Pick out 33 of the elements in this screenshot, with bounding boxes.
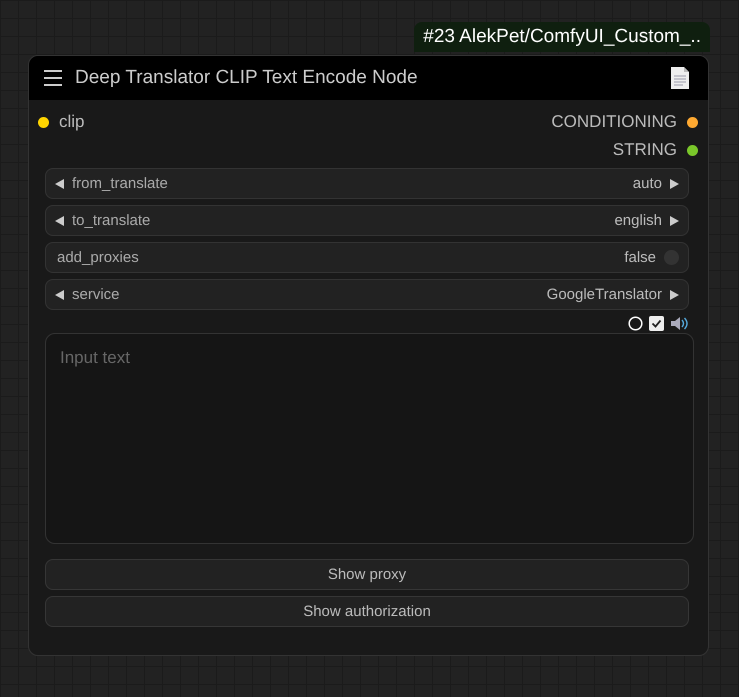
left-arrow-icon[interactable] [55, 290, 64, 300]
input-slot-label: clip [59, 112, 85, 132]
toggle-widget[interactable]: add_proxies false [45, 242, 689, 273]
widget-label: service [72, 286, 121, 303]
checkbox[interactable] [649, 316, 664, 331]
combo-widget[interactable]: service GoogleTranslator [45, 279, 689, 310]
node-button[interactable]: Show authorization [45, 596, 689, 627]
output-slot-label: CONDITIONING [551, 112, 677, 132]
widget-value: english [614, 212, 662, 229]
widget-value: false [624, 249, 656, 266]
document-icon[interactable] [670, 66, 690, 90]
combo-widget[interactable]: to_translate english [45, 205, 689, 236]
right-arrow-icon[interactable] [670, 178, 679, 188]
right-arrow-icon[interactable] [670, 290, 679, 300]
output-slot-dot[interactable] [687, 116, 698, 128]
node-title: Deep Translator CLIP Text Encode Node [75, 67, 419, 89]
menu-icon[interactable] [43, 69, 63, 87]
node-id-badge: #23 AlekPet/ComfyUI_Custom_.. [414, 22, 710, 52]
input-slot-dot[interactable] [38, 116, 49, 128]
speaker-icon[interactable] [670, 316, 689, 331]
left-arrow-icon[interactable] [55, 216, 64, 226]
right-arrow-icon[interactable] [670, 216, 679, 226]
widget-value: GoogleTranslator [546, 286, 662, 303]
widget-label: to_translate [72, 212, 152, 229]
combo-widget[interactable]: from_translate auto [45, 168, 689, 199]
circle-icon[interactable] [628, 316, 643, 331]
node-button[interactable]: Show proxy [45, 559, 689, 590]
output-slot-dot[interactable] [687, 144, 698, 156]
output-slot-label: STRING [612, 140, 677, 160]
left-arrow-icon[interactable] [55, 178, 64, 188]
widget-value: auto [632, 175, 662, 192]
widget-label: add_proxies [57, 249, 140, 266]
widget-label: from_translate [72, 175, 169, 192]
